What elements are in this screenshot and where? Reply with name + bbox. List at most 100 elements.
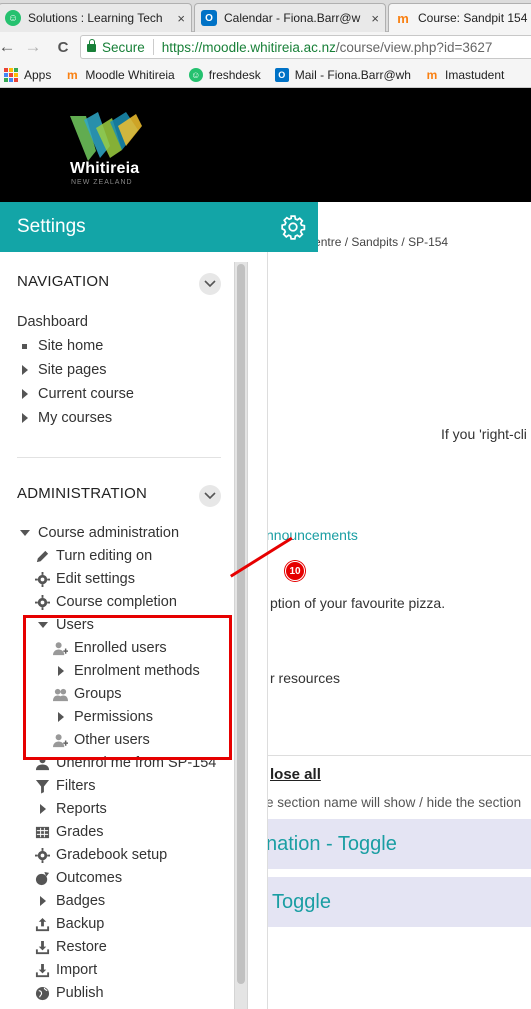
admin-reports[interactable]: Reports	[35, 801, 107, 817]
admin-edit-settings[interactable]: Edit settings	[35, 571, 135, 587]
item-label: Gradebook setup	[56, 847, 168, 863]
item-label: Site home	[38, 338, 104, 354]
moodle-icon: m	[67, 67, 78, 82]
moodle-icon: m	[397, 10, 409, 26]
divider	[152, 39, 154, 55]
freshdesk-icon: ☺	[5, 10, 21, 26]
nav-my-courses[interactable]: My courses	[17, 410, 112, 426]
section-toggle[interactable]: nation - Toggle	[266, 819, 531, 869]
administration-collapse-button[interactable]	[199, 485, 221, 507]
admin-restore[interactable]: Restore	[35, 939, 107, 955]
admin-grades[interactable]: Grades	[35, 824, 104, 840]
outlook-icon: O	[274, 67, 289, 82]
divider	[266, 755, 531, 756]
scrollbar-thumb[interactable]	[237, 264, 245, 984]
pencil-icon	[35, 549, 50, 564]
drawer-scrollbar[interactable]	[234, 262, 248, 1009]
bookmarks-bar: Apps m Moodle Whitireia ☺ freshdesk O Ma…	[0, 62, 531, 88]
admin-filters[interactable]: Filters	[35, 778, 95, 794]
back-button[interactable]: ←	[0, 37, 18, 57]
gear-icon	[35, 594, 50, 610]
admin-turn-editing-on[interactable]: Turn editing on	[35, 548, 152, 564]
nav-current-course[interactable]: Current course	[17, 386, 134, 402]
url-input[interactable]: Secure https://moodle.whitireia.ac.nz /c…	[80, 35, 531, 59]
admin-course-completion[interactable]: Course completion	[35, 594, 177, 610]
outcomes-icon	[35, 871, 50, 886]
item-label: Restore	[56, 939, 107, 955]
bookmark-imastudent[interactable]: m Imastudent	[425, 67, 505, 82]
item-label: Backup	[56, 916, 105, 932]
forward-button[interactable]: →	[22, 37, 44, 57]
tab-calendar[interactable]: O Calendar - Fiona.Barr@w ×	[194, 3, 386, 32]
admin-publish[interactable]: Publish	[35, 985, 104, 1001]
toggle-label: Toggle	[272, 890, 331, 913]
toggle-label: nation - Toggle	[266, 832, 397, 855]
url-path: /course/view.php?id=3627	[335, 39, 493, 55]
url-host: https://moodle.whitireia.ac.nz	[161, 39, 336, 55]
bookmark-freshdesk[interactable]: ☺ freshdesk	[188, 67, 261, 82]
admin-outcomes[interactable]: Outcomes	[35, 870, 122, 886]
nav-dashboard[interactable]: Dashboard	[17, 314, 88, 330]
divider	[17, 457, 221, 458]
tab-course-sandpit[interactable]: m Course: Sandpit 154	[388, 3, 531, 32]
item-label: Course completion	[56, 594, 177, 610]
admin-import[interactable]: Import	[35, 962, 97, 978]
navigation-heading: NAVIGATION	[17, 273, 110, 290]
settings-title: Settings	[17, 216, 86, 237]
item-label: Import	[56, 962, 98, 978]
admin-badges[interactable]: Badges	[35, 893, 105, 909]
navigation-collapse-button[interactable]	[199, 273, 221, 295]
tab-label: Solutions : Learning Tech	[28, 11, 163, 25]
annotation-number-badge: 10	[285, 561, 305, 581]
page-text: ption of your favourite pizza.	[270, 595, 446, 611]
nav-site-home[interactable]: Site home	[17, 338, 103, 354]
bookmark-label: Imastudent	[444, 67, 505, 82]
admin-backup[interactable]: Backup	[35, 916, 104, 932]
chevron-down-icon	[204, 280, 216, 288]
filter-icon	[35, 779, 50, 794]
download-icon	[35, 940, 50, 955]
apps-grid-icon	[4, 67, 18, 82]
section-toggle[interactable]: Toggle	[266, 877, 531, 927]
secure-label: Secure	[102, 39, 145, 55]
gear-icon	[35, 571, 50, 587]
triangle-right-icon	[17, 363, 32, 378]
section-hint: e section name will show / hide the sect…	[266, 795, 522, 810]
triangle-right-icon	[17, 411, 32, 426]
gear-icon[interactable]	[280, 214, 306, 240]
tab-label: Course: Sandpit 154	[418, 11, 528, 25]
close-icon[interactable]: ×	[177, 11, 185, 26]
course-administration[interactable]: Course administration	[17, 525, 179, 541]
annotation-highlight-box	[23, 615, 232, 760]
chevron-down-icon	[204, 492, 216, 500]
table-icon	[35, 825, 50, 840]
tab-label: Calendar - Fiona.Barr@w	[224, 11, 361, 25]
outlook-icon: O	[201, 10, 217, 26]
bookmark-apps[interactable]: Apps	[0, 67, 51, 82]
freshdesk-icon: ☺	[188, 67, 203, 82]
close-icon[interactable]: ×	[371, 11, 379, 26]
download-icon	[35, 963, 50, 978]
item-label: My courses	[38, 410, 113, 426]
bookmark-label: Mail - Fiona.Barr@wh	[294, 67, 411, 82]
item-label: Publish	[56, 985, 104, 1001]
tab-solutions[interactable]: ☺ Solutions : Learning Tech ×	[0, 3, 192, 32]
bookmark-label: Moodle Whitireia	[85, 67, 175, 82]
admin-gradebook-setup[interactable]: Gradebook setup	[35, 847, 167, 863]
page-text: If you 'right-cli	[441, 426, 527, 442]
bookmark-mail[interactable]: O Mail - Fiona.Barr@wh	[274, 67, 411, 82]
bookmark-moodle-whitireia[interactable]: m Moodle Whitireia	[65, 67, 175, 82]
logo-text: Whitireia	[70, 160, 140, 177]
settings-header: Settings	[0, 202, 318, 252]
item-label: Badges	[56, 893, 106, 909]
item-label: Edit settings	[56, 571, 135, 587]
address-bar: ← → C Secure https://moodle.whitireia.ac…	[0, 32, 531, 62]
reload-button[interactable]: C	[52, 39, 74, 56]
item-label: Outcomes	[56, 870, 123, 886]
item-label: Dashboard	[17, 314, 88, 330]
nav-site-pages[interactable]: Site pages	[17, 362, 107, 378]
announcements-link[interactable]: nnouncements	[266, 527, 358, 543]
close-all-link[interactable]: lose all	[270, 766, 321, 783]
item-label: Turn editing on	[56, 548, 153, 564]
site-header: Whitireia NEW ZEALAND	[0, 88, 531, 202]
